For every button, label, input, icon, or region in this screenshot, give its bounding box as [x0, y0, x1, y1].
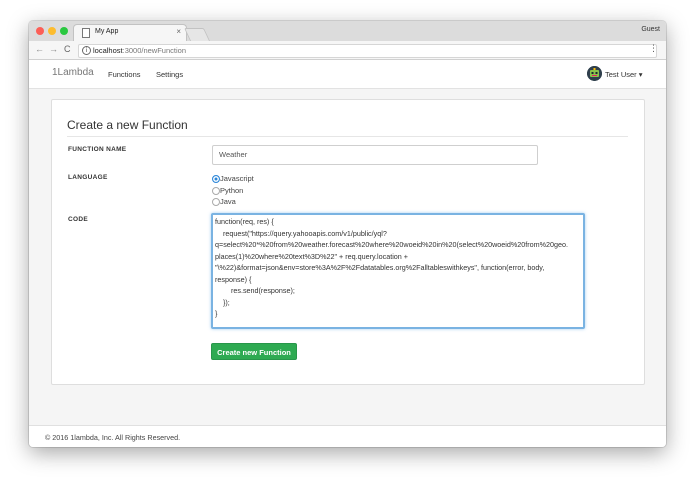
language-label: LANGUAGE — [68, 174, 108, 181]
info-icon[interactable]: i — [82, 46, 91, 55]
tab-strip: My App × Guest — [29, 21, 666, 42]
page-footer: © 2016 1lambda, Inc. All Rights Reserved… — [29, 425, 666, 447]
nav-functions[interactable]: Functions — [108, 70, 141, 79]
code-line: res.send(response); — [215, 286, 295, 295]
code-line: request("https://query.yahooapis.com/v1/… — [215, 228, 387, 238]
code-line: response) { — [215, 274, 252, 284]
browser-menu-icon[interactable]: ⋮ — [649, 43, 658, 54]
code-label: CODE — [68, 216, 88, 223]
close-window-button[interactable] — [36, 27, 44, 35]
form-panel: Create a new Function FUNCTION NAME Weat… — [51, 99, 645, 385]
code-line: places(1)%20where%20text%3D%22" + req.qu… — [215, 251, 408, 261]
radio-label-python: Python — [220, 186, 244, 195]
function-name-input[interactable]: Weather — [212, 145, 538, 165]
radio-java[interactable] — [212, 198, 220, 206]
radio-javascript[interactable] — [212, 175, 220, 183]
function-name-label: FUNCTION NAME — [68, 146, 127, 153]
copyright-text: © 2016 1lambda, Inc. All Rights Reserved… — [45, 433, 181, 442]
radio-label-java: Java — [220, 197, 236, 206]
browser-toolbar: ← → C i localhost:3000/newFunction ⋮ — [29, 41, 666, 60]
nav-settings[interactable]: Settings — [156, 70, 183, 79]
user-menu[interactable]: Test User ▾ — [605, 70, 643, 79]
back-icon[interactable]: ← — [35, 44, 44, 54]
create-function-button[interactable]: Create new Function — [211, 343, 297, 360]
address-bar[interactable]: i localhost:3000/newFunction — [78, 44, 657, 58]
user-avatar-icon[interactable] — [587, 66, 602, 81]
browser-window: My App × Guest ← → C i localhost:3000/ne… — [29, 21, 666, 447]
browser-tab[interactable]: My App × — [73, 24, 187, 42]
url-text: localhost:3000/newFunction — [93, 46, 186, 55]
page-title: Create a new Function — [67, 118, 628, 137]
minimize-window-button[interactable] — [48, 27, 56, 35]
new-tab-button[interactable] — [183, 28, 211, 41]
page-icon — [82, 28, 90, 38]
code-line: function(req, res) { — [215, 217, 274, 226]
code-line: q=select%20*%20from%20weather.forecast%2… — [215, 240, 568, 249]
radio-python[interactable] — [212, 187, 220, 195]
code-line: } — [215, 309, 218, 318]
tab-close-icon[interactable]: × — [176, 27, 181, 36]
forward-icon[interactable]: → — [49, 44, 58, 54]
brand-logo[interactable]: 1Lambda — [52, 67, 94, 78]
code-line: }); — [215, 297, 230, 307]
radio-label-javascript: Javascript — [220, 174, 254, 183]
reload-icon[interactable]: C — [64, 44, 71, 54]
url-host: localhost — [93, 46, 123, 55]
tab-title: My App — [95, 28, 119, 35]
app-navbar: 1Lambda Functions Settings Test User ▾ — [29, 60, 666, 89]
code-line: "\%22)&format=json&env=store%3A%2F%2Fdat… — [215, 263, 545, 272]
profile-label[interactable]: Guest — [641, 26, 660, 33]
code-editor[interactable]: function(req, res) { request("https://qu… — [211, 213, 585, 329]
url-path: :3000/newFunction — [122, 46, 186, 55]
maximize-window-button[interactable] — [60, 27, 68, 35]
